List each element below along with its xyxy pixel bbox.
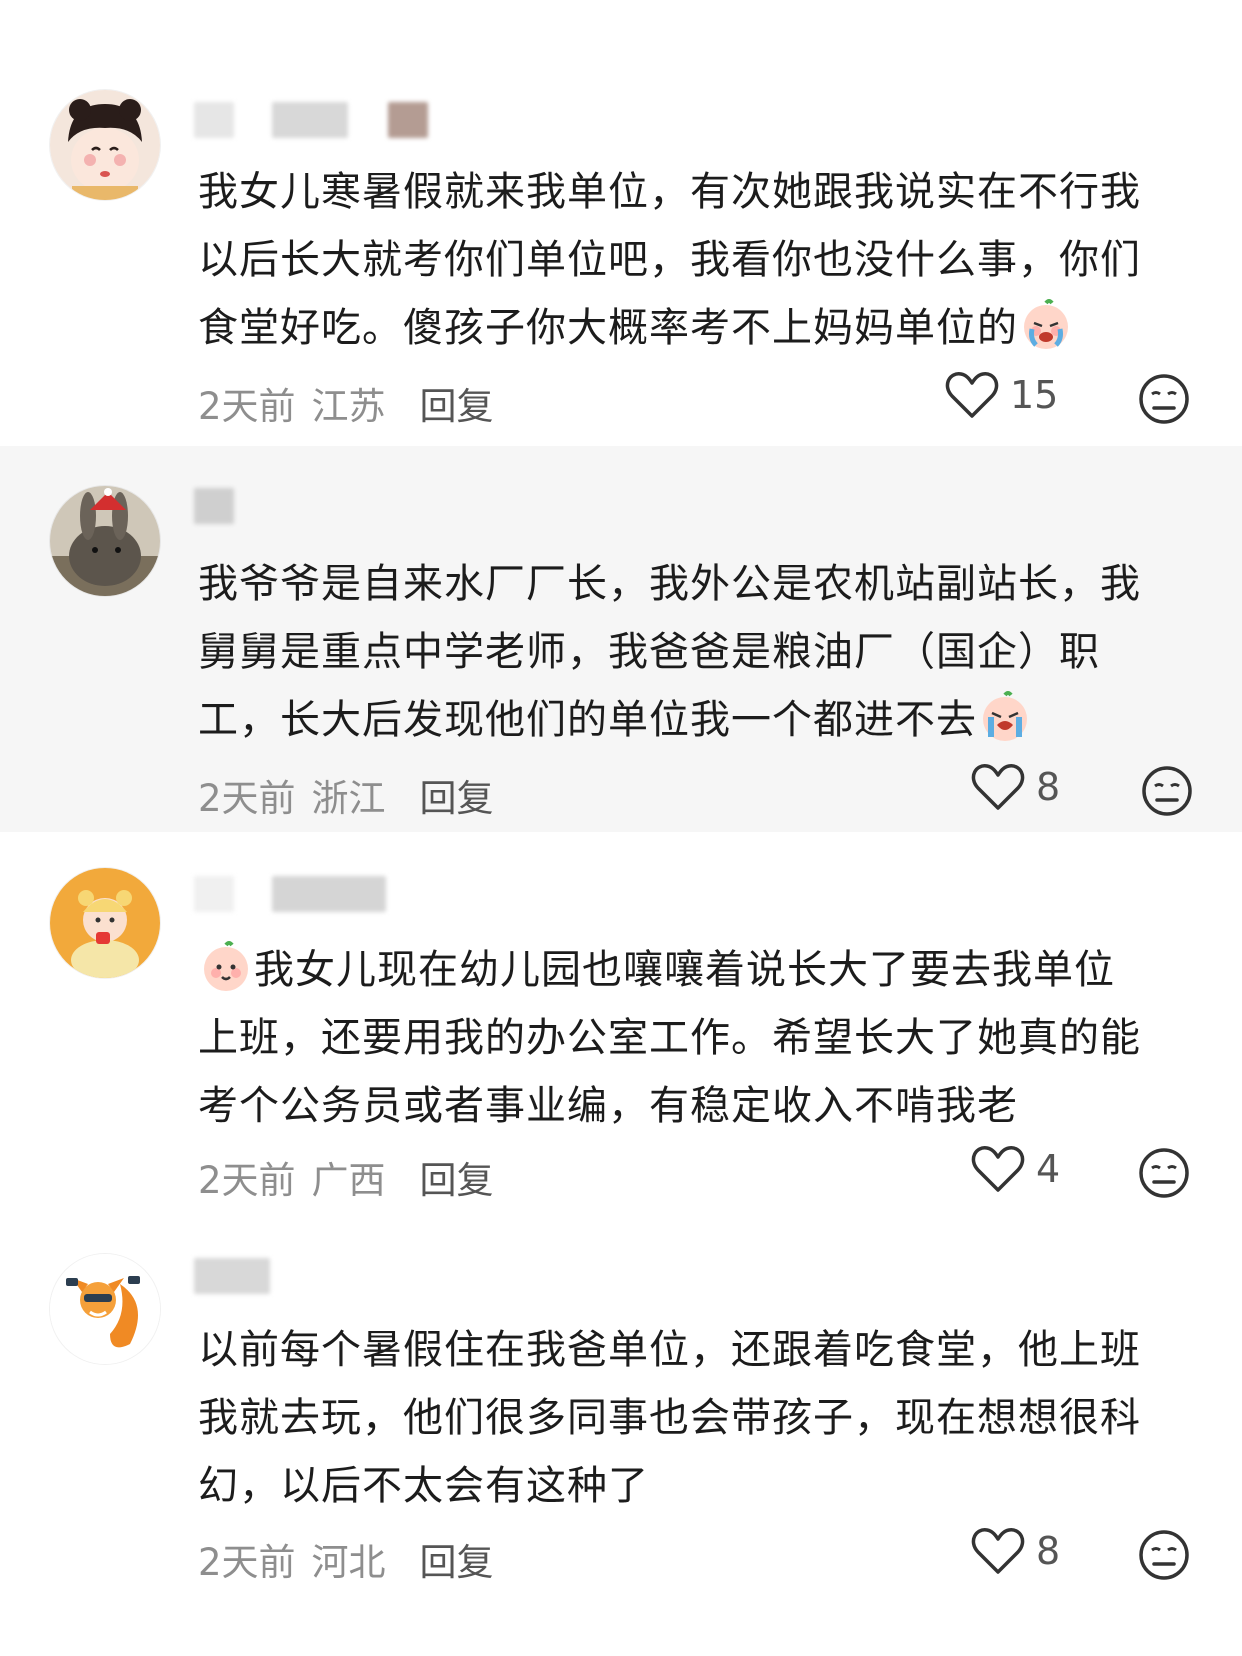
peach-face-icon xyxy=(200,941,252,993)
comment-meta: 2天前 江苏 回复 xyxy=(198,376,494,430)
timestamp: 2天前 xyxy=(198,1159,296,1202)
avatar[interactable] xyxy=(50,486,160,596)
location: 广西 xyxy=(311,1159,386,1202)
username-blurred[interactable] xyxy=(388,102,428,138)
comment-meta: 2天前 河北 回复 xyxy=(198,1532,494,1586)
comment-text: 以前每个暑假住在我爸单位，还跟着吃食堂，他上班 我就去玩，他们很多同事也会带孩子… xyxy=(198,1327,1141,1509)
like-count: 4 xyxy=(1036,1147,1061,1191)
dislike-face-icon[interactable] xyxy=(1137,372,1191,426)
dislike-face-icon[interactable] xyxy=(1137,1528,1191,1582)
username-blurred[interactable] xyxy=(194,876,234,912)
reply-button[interactable]: 回复 xyxy=(420,376,494,430)
reply-button[interactable]: 回复 xyxy=(420,1532,494,1586)
username-blurred[interactable] xyxy=(272,102,348,138)
dislike-face-icon[interactable] xyxy=(1140,764,1194,818)
like-button[interactable]: 8 xyxy=(970,1526,1060,1576)
heart-icon xyxy=(971,1146,1025,1192)
comment-text: 我女儿现在幼儿园也嚷嚷着说长大了要去我单位 上班，还要用我的办公室工作。希望长大… xyxy=(198,936,1198,1140)
crying-face-icon xyxy=(1020,299,1072,351)
reply-button[interactable]: 回复 xyxy=(420,1150,494,1204)
heart-icon xyxy=(945,372,999,418)
comment-item: 以前每个暑假住在我爸单位，还跟着吃食堂，他上班 我就去玩，他们很多同事也会带孩子… xyxy=(0,1218,1242,1656)
location: 浙江 xyxy=(311,777,386,820)
like-button[interactable]: 15 xyxy=(944,370,1058,420)
heart-icon xyxy=(971,764,1025,810)
timestamp: 2天前 xyxy=(198,777,296,820)
location: 河北 xyxy=(311,1541,386,1584)
comment-meta: 2天前 浙江 回复 xyxy=(198,768,494,822)
heart-icon xyxy=(971,1528,1025,1574)
username-blurred[interactable] xyxy=(194,488,234,524)
sobbing-face-icon xyxy=(979,691,1031,743)
comment-item: 我爷爷是自来水厂厂长，我外公是农机站副站长，我 舅舅是重点中学老师，我爸爸是粮油… xyxy=(0,446,1242,832)
like-count: 8 xyxy=(1036,765,1061,809)
reply-button[interactable]: 回复 xyxy=(420,768,494,822)
like-count: 8 xyxy=(1036,1529,1061,1573)
avatar[interactable] xyxy=(50,90,160,200)
like-count: 15 xyxy=(1010,373,1059,417)
username-blurred[interactable] xyxy=(194,102,234,138)
timestamp: 2天前 xyxy=(198,1541,296,1584)
comment-item: 我女儿寒暑假就来我单位，有次她跟我说实在不行我 以后长大就考你们单位吧，我看你也… xyxy=(0,0,1242,440)
username-blurred[interactable] xyxy=(272,876,386,912)
like-button[interactable]: 4 xyxy=(970,1144,1060,1194)
timestamp: 2天前 xyxy=(198,385,296,428)
avatar[interactable] xyxy=(50,1254,160,1364)
dislike-face-icon[interactable] xyxy=(1137,1146,1191,1200)
like-button[interactable]: 8 xyxy=(970,762,1060,812)
comment-text: 我女儿寒暑假就来我单位，有次她跟我说实在不行我 以后长大就考你们单位吧，我看你也… xyxy=(198,169,1141,351)
location: 江苏 xyxy=(311,385,386,428)
comment-meta: 2天前 广西 回复 xyxy=(198,1150,494,1204)
comment-item: 我女儿现在幼儿园也嚷嚷着说长大了要去我单位 上班，还要用我的办公室工作。希望长大… xyxy=(0,832,1242,1218)
username-blurred[interactable] xyxy=(194,1258,270,1294)
avatar[interactable] xyxy=(50,868,160,978)
comment-text: 我爷爷是自来水厂厂长，我外公是农机站副站长，我 舅舅是重点中学老师，我爸爸是粮油… xyxy=(198,561,1141,743)
